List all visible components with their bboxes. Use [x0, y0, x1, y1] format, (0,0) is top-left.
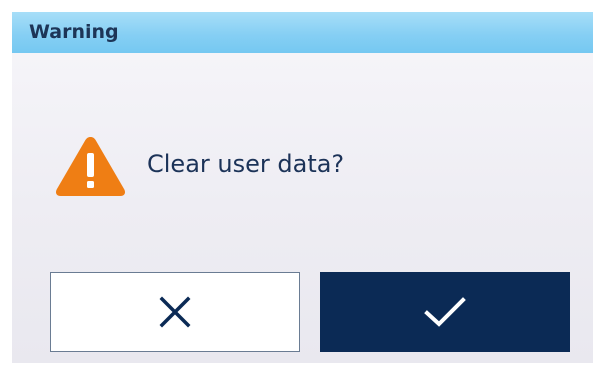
checkmark-icon [424, 297, 466, 327]
cancel-button[interactable] [50, 272, 300, 352]
warning-icon [55, 137, 126, 196]
close-icon [159, 296, 191, 328]
confirm-button[interactable] [320, 272, 570, 352]
dialog-message: Clear user data? [147, 150, 345, 178]
dialog-title-bar: Warning [12, 12, 593, 53]
dialog-title: Warning [29, 21, 119, 43]
warning-dialog: Warning Clear user data? [12, 12, 593, 363]
